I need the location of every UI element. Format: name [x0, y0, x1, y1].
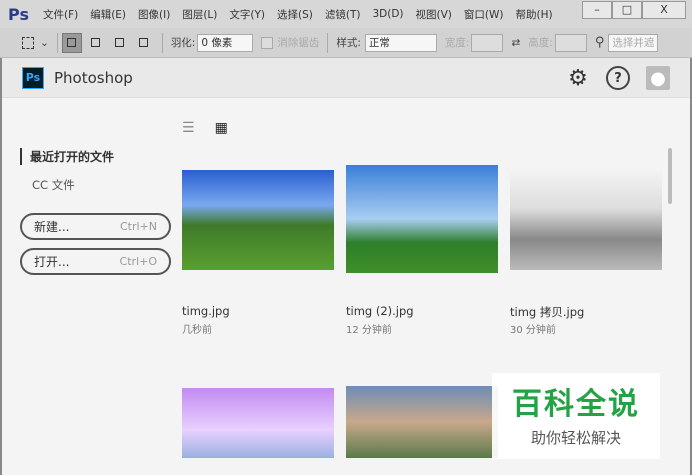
file-thumbnail[interactable]	[182, 170, 334, 270]
height-label: 高度:	[528, 37, 553, 49]
marquee-tool-icon[interactable]	[18, 33, 38, 53]
app-title: Photoshop	[54, 68, 133, 87]
open-label: 打开...	[34, 255, 70, 269]
divider	[56, 32, 58, 53]
feather-label: 羽化:	[170, 37, 196, 49]
menu-window[interactable]: 窗口(W)	[464, 7, 504, 22]
menu-file[interactable]: 文件(F)	[43, 7, 78, 22]
search-icon[interactable]: ⚲	[595, 35, 605, 50]
open-button[interactable]: 打开... Ctrl+O	[20, 248, 171, 275]
chevron-down-icon[interactable]: ⌄	[40, 37, 49, 49]
app-header: Ps Photoshop ⚙ ? ●	[2, 58, 690, 98]
width-input[interactable]	[471, 33, 504, 52]
avatar[interactable]: ●	[646, 66, 670, 90]
options-bar: ⌄ 羽化: 0 像素 消除锯齿 样式: 正常 宽度: ⇄ 高度: ⚲ 选择并遮	[0, 28, 692, 58]
file-thumbnail[interactable]	[510, 168, 662, 270]
select-mask-button[interactable]: 选择并遮	[608, 33, 659, 52]
menu-type[interactable]: 文字(Y)	[229, 7, 265, 22]
file-name[interactable]: timg 拷贝.jpg	[510, 304, 584, 320]
add-selection-icon[interactable]	[86, 33, 106, 53]
file-thumbnail[interactable]	[182, 388, 334, 458]
menu-layer[interactable]: 图层(L)	[182, 7, 217, 22]
divider	[327, 32, 329, 53]
grid-view-icon[interactable]: ▦	[215, 120, 228, 136]
antialias-label: 消除锯齿	[277, 37, 320, 49]
photoshop-logo: Ps	[22, 66, 44, 89]
watermark: 百科全说 助你轻松解决	[492, 373, 660, 459]
style-select[interactable]: 正常	[364, 33, 437, 52]
width-label: 宽度:	[444, 37, 470, 49]
file-name[interactable]: timg.jpg	[182, 304, 230, 318]
menu-bar: Ps 文件(F) 编辑(E) 图像(I) 图层(L) 文字(Y) 选择(S) 滤…	[0, 0, 692, 28]
new-label: 新建...	[34, 220, 70, 234]
file-thumbnail[interactable]	[346, 165, 498, 273]
gear-icon[interactable]: ⚙	[566, 66, 590, 91]
subtract-selection-icon[interactable]	[110, 33, 130, 53]
style-label: 样式:	[336, 37, 361, 49]
sidebar: 最近打开的文件 CC 文件 新建... Ctrl+N 打开... Ctrl+O	[20, 148, 171, 275]
ps-logo: Ps	[8, 4, 29, 24]
watermark-title: 百科全说	[512, 387, 640, 422]
feather-input[interactable]: 0 像素	[197, 33, 254, 52]
close-button[interactable]: X	[642, 1, 686, 19]
swap-icon[interactable]: ⇄	[511, 37, 520, 49]
new-selection-icon[interactable]	[61, 32, 82, 53]
file-time: 30 分钟前	[510, 325, 556, 336]
watermark-subtitle: 助你轻松解决	[530, 429, 621, 447]
menu-edit[interactable]: 编辑(E)	[90, 7, 126, 22]
open-shortcut: Ctrl+O	[119, 255, 157, 268]
file-thumbnail[interactable]	[346, 386, 498, 458]
menu-help[interactable]: 帮助(H)	[515, 7, 552, 22]
divider	[161, 32, 163, 53]
antialias-checkbox[interactable]	[261, 36, 274, 49]
new-button[interactable]: 新建... Ctrl+N	[20, 213, 171, 240]
maximize-button[interactable]: □	[612, 1, 642, 19]
menu-3d[interactable]: 3D(D)	[372, 8, 403, 20]
new-shortcut: Ctrl+N	[119, 220, 157, 233]
help-icon[interactable]: ?	[606, 66, 630, 90]
menu-filter[interactable]: 滤镜(T)	[325, 7, 361, 22]
start-workspace: Ps Photoshop ⚙ ? ● 最近打开的文件 CC 文件 新建... Ct…	[0, 58, 692, 475]
list-view-icon[interactable]: ☰	[182, 120, 195, 136]
menu-image[interactable]: 图像(I)	[138, 7, 170, 22]
menu-view[interactable]: 视图(V)	[416, 7, 452, 22]
file-name[interactable]: timg (2).jpg	[346, 304, 414, 318]
intersect-selection-icon[interactable]	[134, 33, 154, 53]
cc-files-link[interactable]: CC 文件	[32, 177, 171, 193]
height-input[interactable]	[554, 33, 587, 52]
minimize-button[interactable]: –	[582, 1, 612, 19]
recent-files-link[interactable]: 最近打开的文件	[20, 148, 171, 165]
file-time: 几秒前	[182, 325, 212, 336]
menu-select[interactable]: 选择(S)	[277, 7, 313, 22]
scrollbar[interactable]	[668, 148, 672, 204]
file-time: 12 分钟前	[346, 325, 392, 336]
